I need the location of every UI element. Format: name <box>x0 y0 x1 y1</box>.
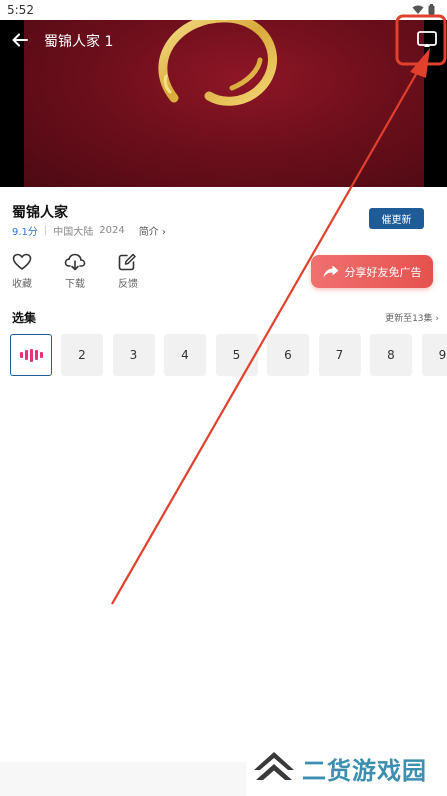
intro-link[interactable]: 简介 › <box>139 223 166 238</box>
show-year: 2024 <box>99 225 125 236</box>
show-meta: 9.1分 | 中国大陆 2024 简介 › <box>12 223 166 238</box>
episode-item[interactable]: 8 <box>370 334 412 376</box>
episodes-heading: 选集 <box>12 311 37 325</box>
download-label: 下载 <box>65 279 85 290</box>
video-player[interactable]: 蜀锦人家 1 <box>0 20 447 187</box>
favorite-label: 收藏 <box>12 279 32 290</box>
show-score: 9.1分 <box>12 227 38 238</box>
episodes-update-text: 更新至13集 <box>385 314 433 324</box>
share-label: 分享好友免广告 <box>344 265 422 279</box>
feedback-button[interactable]: 反馈 <box>112 253 144 290</box>
favorite-button[interactable]: 收藏 <box>6 253 38 290</box>
chevron-right-icon: › <box>435 314 439 324</box>
share-remove-ads-button[interactable]: 分享好友免广告 <box>311 255 433 288</box>
intro-label: 简介 <box>138 227 159 238</box>
meta-divider: | <box>43 225 48 236</box>
episodes-update-link[interactable]: 更新至13集 › <box>385 311 439 324</box>
show-title: 蜀锦人家 <box>12 205 68 221</box>
edit-icon <box>118 253 136 271</box>
status-time: 5:52 <box>7 3 34 17</box>
download-button[interactable]: 下载 <box>59 253 91 290</box>
watermark-text: 二货游戏园 <box>302 756 427 785</box>
share-arrow-icon <box>323 265 338 278</box>
bottom-strip <box>0 762 246 796</box>
episode-item[interactable]: 6 <box>267 334 309 376</box>
episode-item[interactable]: 3 <box>112 334 155 376</box>
feedback-label: 反馈 <box>118 279 138 290</box>
app-screen: 5:52 蜀锦人家 1 蜀锦人家 9.1分 | 中国大陆 2024 简介 › 催… <box>0 0 447 796</box>
show-region: 中国大陆 <box>53 227 94 238</box>
episode-item[interactable]: 2 <box>61 334 103 376</box>
watermark-logo-icon <box>254 752 294 780</box>
episode-item[interactable]: 7 <box>318 334 361 376</box>
heart-icon <box>12 253 32 271</box>
episode-item[interactable]: 9 <box>421 334 447 376</box>
wifi-icon <box>412 5 424 14</box>
episode-current-playing[interactable] <box>10 334 52 376</box>
battery-icon <box>428 4 435 15</box>
video-title: 蜀锦人家 1 <box>44 34 114 50</box>
episode-list[interactable]: 2 3 4 5 6 7 8 9 <box>10 334 447 376</box>
back-arrow-icon[interactable] <box>10 30 30 50</box>
urge-update-button[interactable]: 催更新 <box>369 208 424 229</box>
status-icons <box>412 4 435 15</box>
chevron-right-icon: › <box>161 227 166 238</box>
cast-screen-icon[interactable] <box>415 28 439 50</box>
download-cloud-icon <box>64 253 86 271</box>
status-bar: 5:52 <box>0 0 447 20</box>
playing-equalizer-icon <box>19 348 43 362</box>
watermark: 二货游戏园 <box>252 750 427 786</box>
episode-item[interactable]: 5 <box>215 334 258 376</box>
episode-item[interactable]: 4 <box>164 334 206 376</box>
